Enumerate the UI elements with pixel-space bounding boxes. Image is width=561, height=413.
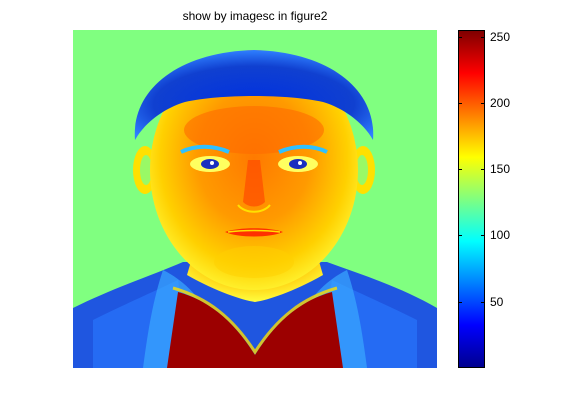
colorbar-tick-label: 250 (490, 29, 511, 44)
colorbar-tick-mark (481, 37, 485, 38)
colorbar-tick-mark (458, 235, 462, 236)
left-eye (201, 159, 219, 169)
colorbar-tick-label: 150 (490, 162, 511, 177)
colorbar-tick-mark (481, 169, 485, 170)
colorbar-tick-mark (458, 169, 462, 170)
colorbar-tick-label: 50 (490, 294, 504, 309)
colorbar (458, 30, 485, 368)
chin (214, 246, 294, 278)
figure-title: show by imagesc in figure2 (182, 9, 328, 23)
colorbar-tick-mark (481, 302, 485, 303)
right-eye-highlight (298, 161, 302, 165)
colorbar-tick-mark (458, 103, 462, 104)
colorbar-tick-mark (481, 103, 485, 104)
colorbar-tick-mark (458, 302, 462, 303)
colorbar-tick-label: 100 (490, 228, 511, 243)
colorbar-tick-label: 200 (490, 95, 511, 110)
colorbar-tick-mark (481, 235, 485, 236)
false-color-portrait-image (73, 30, 437, 368)
left-eye-highlight (210, 161, 214, 165)
matlab-figure: show by imagesc in figure2 50 100 150 20… (0, 0, 561, 413)
colorbar-tick-mark (458, 37, 462, 38)
right-eye (289, 159, 307, 169)
